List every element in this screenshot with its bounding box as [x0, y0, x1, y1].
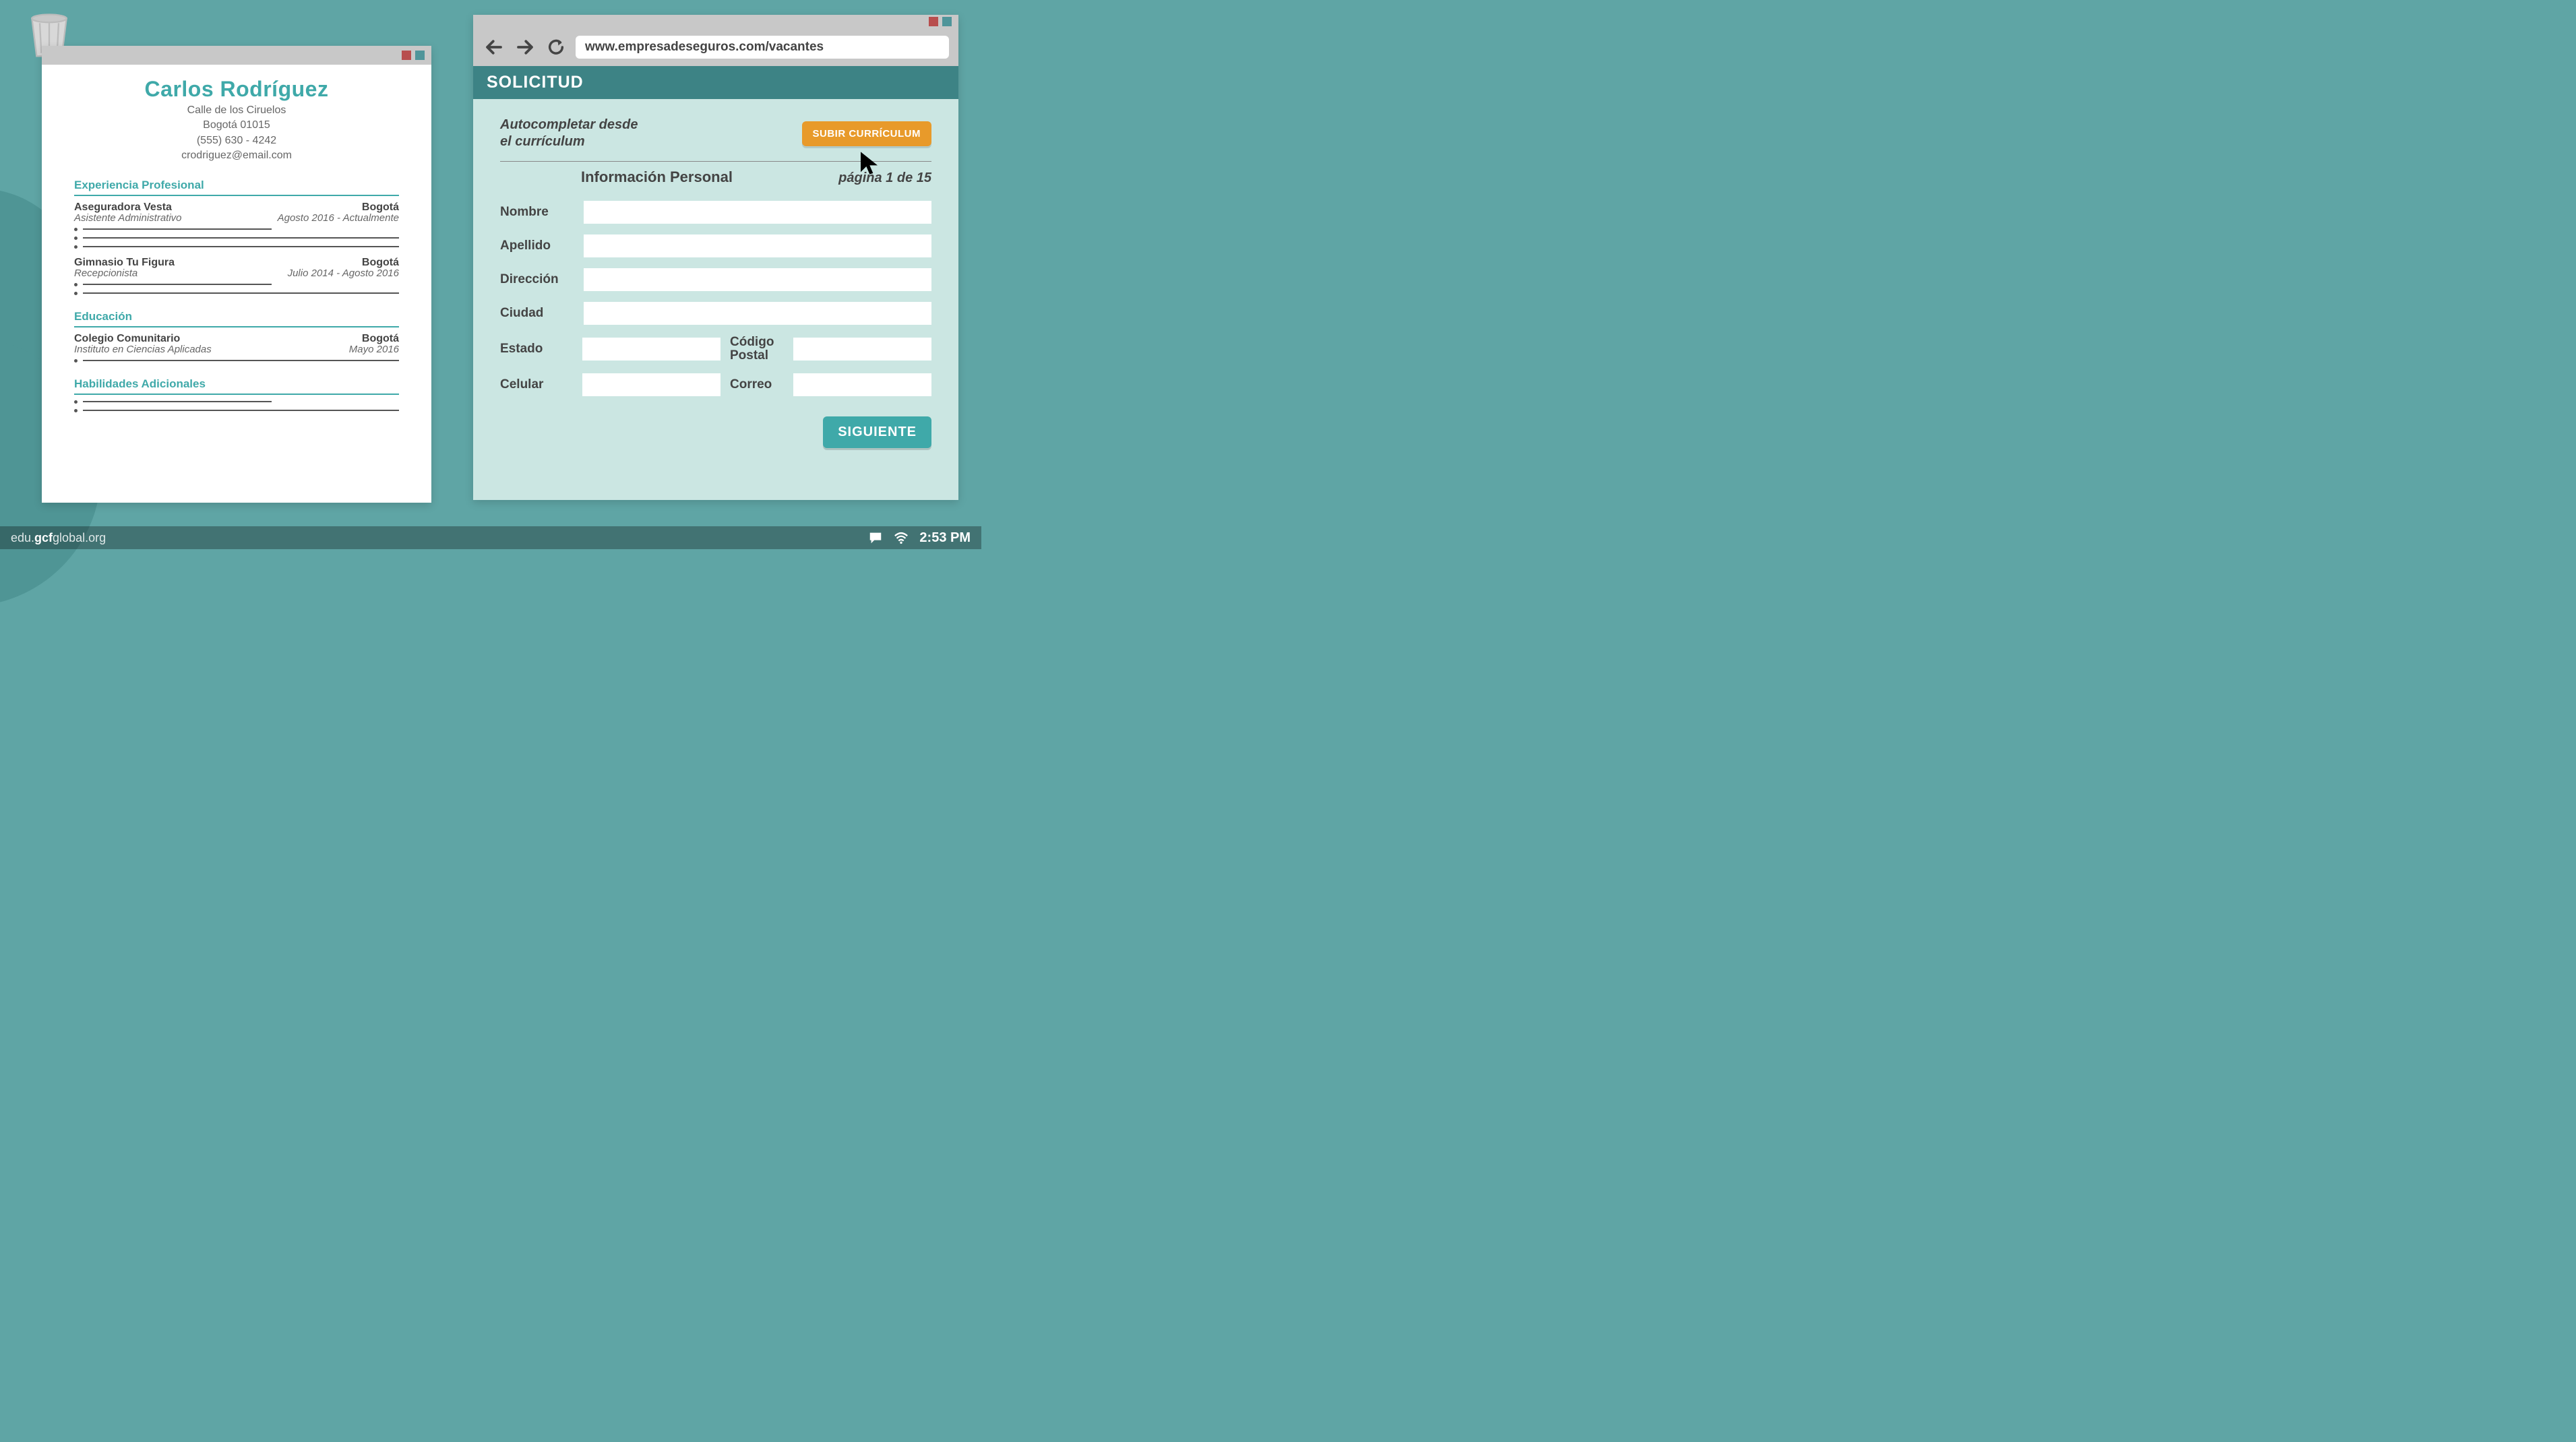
close-icon[interactable]: [402, 51, 411, 60]
input-correo[interactable]: [793, 373, 931, 396]
input-apellido[interactable]: [584, 234, 931, 257]
label-estado: Estado: [500, 342, 573, 356]
resume-document-window: Carlos Rodríguez Calle de los Ciruelos B…: [42, 46, 431, 503]
browser-toolbar: www.empresadeseguros.com/vacantes: [473, 28, 958, 66]
upload-resume-button[interactable]: SUBIR CURRÍCULUM: [802, 121, 932, 146]
reload-icon[interactable]: [545, 36, 568, 59]
input-estado[interactable]: [582, 338, 720, 360]
label-direccion: Dirección: [500, 272, 573, 287]
form-section-title: Información Personal: [581, 168, 733, 186]
form-top-section: Autocompletar desde el currículum SUBIR …: [500, 117, 931, 162]
form-page-indicator: página 1 de 15: [838, 170, 931, 186]
resume-section-skills: Habilidades Adicionales: [74, 377, 399, 395]
label-ciudad: Ciudad: [500, 306, 573, 321]
input-codigo-postal[interactable]: [793, 338, 931, 360]
field-estado-codigo: Estado Código Postal: [500, 336, 931, 363]
label-nombre: Nombre: [500, 205, 573, 220]
forward-icon[interactable]: [514, 36, 536, 59]
browser-window: www.empresadeseguros.com/vacantes SOLICI…: [473, 15, 958, 500]
label-correo: Correo: [730, 378, 784, 391]
close-icon[interactable]: [929, 17, 938, 26]
taskbar-right: 2:53 PM: [868, 530, 971, 546]
input-nombre[interactable]: [584, 201, 931, 224]
maximize-icon[interactable]: [415, 51, 425, 60]
resume-bullet-list: [74, 400, 399, 412]
resume-contact: Calle de los Ciruelos Bogotá 01015 (555)…: [74, 103, 399, 164]
maximize-icon[interactable]: [942, 17, 952, 26]
taskbar: edu.gcfglobal.org 2:53 PM: [0, 526, 981, 549]
resume-edu-subrow: Instituto en Ciencias Aplicadas Mayo 201…: [74, 344, 399, 355]
field-nombre: Nombre: [500, 201, 931, 224]
resume-name: Carlos Rodríguez: [74, 77, 399, 102]
input-direccion[interactable]: [584, 268, 931, 291]
resume-job-subrow: Asistente Administrativo Agosto 2016 - A…: [74, 212, 399, 224]
chat-icon[interactable]: [868, 530, 883, 545]
back-icon[interactable]: [483, 36, 505, 59]
window-titlebar: [42, 46, 431, 65]
autocomplete-text: Autocompletar desde el currículum: [500, 117, 638, 150]
resume-job-subrow: Recepcionista Julio 2014 - Agosto 2016: [74, 268, 399, 279]
window-titlebar: [473, 15, 958, 28]
wifi-icon[interactable]: [894, 530, 909, 545]
field-celular-correo: Celular Correo: [500, 373, 931, 396]
field-ciudad: Ciudad: [500, 302, 931, 325]
label-apellido: Apellido: [500, 239, 573, 253]
resume-bullet-list: [74, 359, 399, 363]
input-celular[interactable]: [582, 373, 720, 396]
resume-bullet-list: [74, 228, 399, 249]
clock: 2:53 PM: [919, 530, 971, 546]
cursor-icon: [857, 150, 884, 180]
field-direccion: Dirección: [500, 268, 931, 291]
taskbar-url: edu.gcfglobal.org: [11, 531, 106, 545]
url-text: www.empresadeseguros.com/vacantes: [585, 40, 824, 55]
field-apellido: Apellido: [500, 234, 931, 257]
input-ciudad[interactable]: [584, 302, 931, 325]
resume-section-education: Educación: [74, 310, 399, 327]
label-codigo-postal: Código Postal: [730, 336, 784, 363]
url-bar[interactable]: www.empresadeseguros.com/vacantes: [576, 36, 949, 59]
label-celular: Celular: [500, 377, 573, 392]
resume-bullet-list: [74, 283, 399, 295]
browser-page: SOLICITUD Autocompletar desde el currícu…: [473, 66, 958, 500]
resume-section-experience: Experiencia Profesional: [74, 179, 399, 196]
form-banner: SOLICITUD: [473, 66, 958, 99]
next-button[interactable]: SIGUIENTE: [823, 416, 931, 448]
